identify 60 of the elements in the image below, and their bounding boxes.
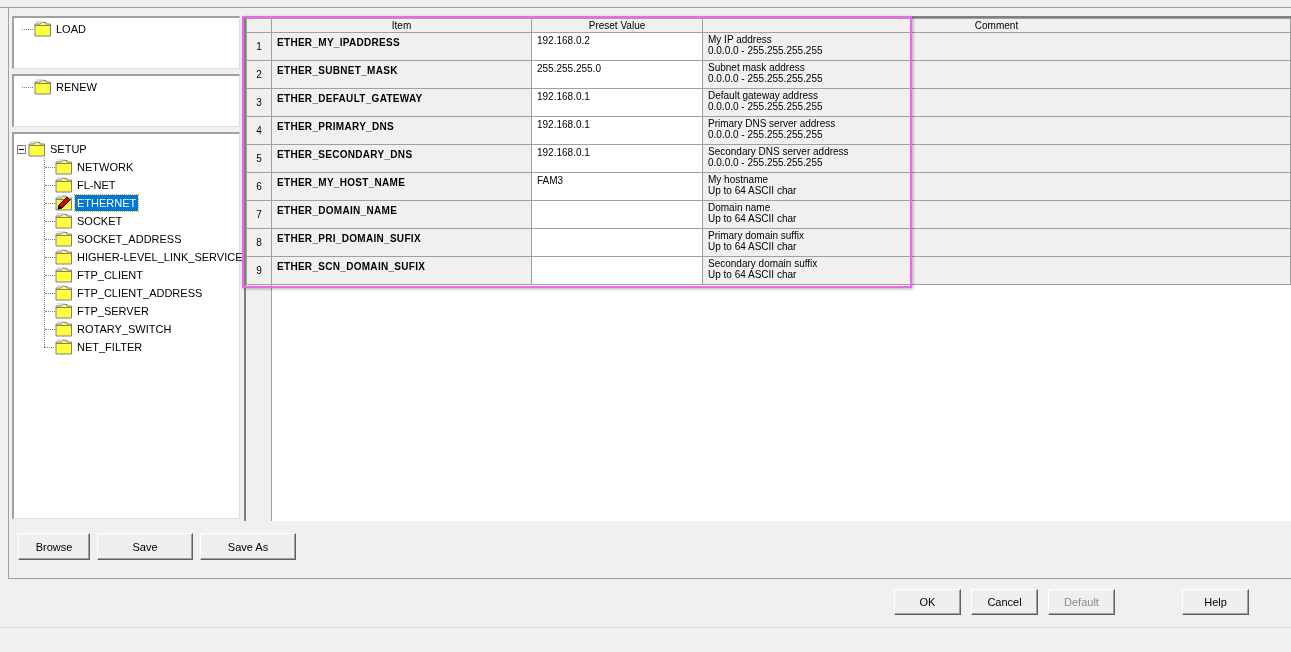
file-button[interactable]: Browse bbox=[18, 533, 90, 560]
row-number: 6 bbox=[246, 172, 272, 201]
table-cell: ETHER_PRIMARY_DNS bbox=[271, 116, 532, 145]
table-cell: Subnet mask address 0.0.0.0 - 255.255.255.255 bbox=[702, 60, 1291, 89]
tree-item[interactable]: LOAD bbox=[54, 21, 88, 37]
row-number: 3 bbox=[246, 88, 272, 117]
collapse-toggle[interactable] bbox=[17, 144, 26, 154]
dialog-button[interactable]: OK bbox=[894, 589, 961, 615]
tree-item[interactable]: FTP_CLIENT bbox=[75, 267, 145, 283]
dialog-button[interactable]: Cancel bbox=[971, 589, 1038, 615]
file-button[interactable]: Save bbox=[97, 533, 193, 560]
table-cell: ETHER_PRI_DOMAIN_SUFIX bbox=[271, 228, 532, 257]
tree-item[interactable]: FTP_SERVER bbox=[75, 303, 151, 319]
value-field[interactable] bbox=[531, 256, 703, 285]
column-header[interactable]: Comment bbox=[702, 18, 1291, 33]
column-header[interactable]: Item bbox=[271, 18, 532, 33]
tree-item[interactable]: SOCKET_ADDRESS bbox=[75, 231, 184, 247]
tree-item[interactable]: ROTARY_SWITCH bbox=[75, 321, 174, 337]
tree-item[interactable]: NETWORK bbox=[75, 159, 136, 175]
value-field[interactable]: 192.168.0.1 bbox=[531, 144, 703, 173]
value-field[interactable] bbox=[531, 228, 703, 257]
tree-item[interactable]: RENEW bbox=[54, 79, 99, 95]
row-number: 7 bbox=[246, 200, 272, 229]
table-cell: Primary DNS server address 0.0.0.0 - 255.255.255.255 bbox=[702, 116, 1291, 145]
tree-item[interactable]: SETUP bbox=[48, 141, 89, 157]
value-field[interactable]: FAM3 bbox=[531, 172, 703, 201]
tree-item[interactable]: ETHERNET bbox=[75, 195, 139, 211]
tree-item[interactable]: SOCKET bbox=[75, 213, 125, 229]
row-number: 1 bbox=[246, 32, 272, 61]
table-cell: Domain name Up to 64 ASCII char bbox=[702, 200, 1291, 229]
table-cell: ETHER_MY_IPADDRESS bbox=[271, 32, 532, 61]
tree-item[interactable]: FL-NET bbox=[75, 177, 118, 193]
value-field[interactable]: 192.168.0.1 bbox=[531, 88, 703, 117]
table-cell: ETHER_SUBNET_MASK bbox=[271, 60, 532, 89]
table-cell: My hostname Up to 64 ASCII char bbox=[702, 172, 1291, 201]
table-cell: Secondary domain suffix Up to 64 ASCII char bbox=[702, 256, 1291, 285]
row-number: 2 bbox=[246, 60, 272, 89]
dialog-button[interactable]: Help bbox=[1182, 589, 1249, 615]
value-field[interactable]: 192.168.0.1 bbox=[531, 116, 703, 145]
column-header[interactable]: Preset Value bbox=[531, 18, 703, 33]
value-field[interactable] bbox=[531, 200, 703, 229]
table-cell: My IP address 0.0.0.0 - 255.255.255.255 bbox=[702, 32, 1291, 61]
value-field[interactable]: 255.255.255.0 bbox=[531, 60, 703, 89]
tree-item[interactable]: FTP_CLIENT_ADDRESS bbox=[75, 285, 205, 301]
tree-item[interactable]: HIGHER-LEVEL_LINK_SERVICE bbox=[75, 249, 245, 265]
table-cell: ETHER_MY_HOST_NAME bbox=[271, 172, 532, 201]
table-cell: Secondary DNS server address 0.0.0.0 - 255.255.255.255 bbox=[702, 144, 1291, 173]
tree-item[interactable]: NET_FILTER bbox=[75, 339, 145, 355]
table-cell: ETHER_DOMAIN_NAME bbox=[271, 200, 532, 229]
row-number: 8 bbox=[246, 228, 272, 257]
file-button[interactable]: Save As bbox=[200, 533, 296, 560]
value-field[interactable]: 192.168.0.2 bbox=[531, 32, 703, 61]
table-cell: Default gateway address 0.0.0.0 - 255.255.255.255 bbox=[702, 88, 1291, 117]
table-cell: ETHER_SECONDARY_DNS bbox=[271, 144, 532, 173]
row-number: 9 bbox=[246, 256, 272, 285]
table-cell: ETHER_SCN_DOMAIN_SUFIX bbox=[271, 256, 532, 285]
table-cell: ETHER_DEFAULT_GATEWAY bbox=[271, 88, 532, 117]
row-number: 4 bbox=[246, 116, 272, 145]
table-cell: Primary domain suffix Up to 64 ASCII char bbox=[702, 228, 1291, 257]
row-number: 5 bbox=[246, 144, 272, 173]
